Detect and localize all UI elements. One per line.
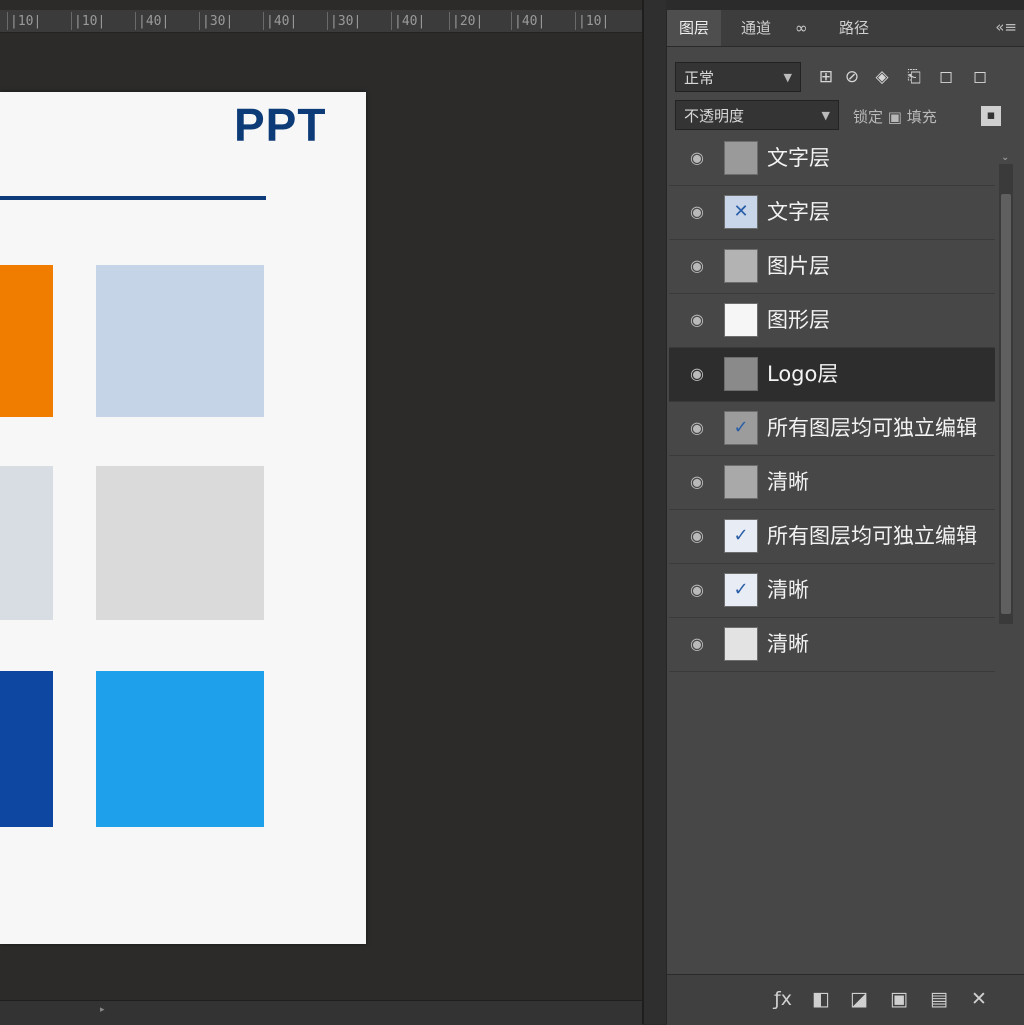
layer-kind-dropdown[interactable]: 正常 ▼ <box>675 62 801 92</box>
layer-thumbnail <box>724 141 758 175</box>
layer-row-selected[interactable]: ◉ Logo层 <box>669 348 995 402</box>
filter-shape-icon[interactable]: ⎗ <box>903 66 925 88</box>
eye-visibility-icon[interactable]: ◉ <box>687 310 707 330</box>
tab-link[interactable]: ∞ <box>783 10 820 46</box>
layers-panel-footer: ƒx ◧ ◪ ▣ ▤ ✕ <box>667 974 1024 1025</box>
lock-fill-label[interactable]: 锁定 ▣ 填充 <box>853 102 937 132</box>
layer-thumbnail: ✓ <box>724 519 758 553</box>
layer-thumbnail <box>724 249 758 283</box>
color-swatch-sky-blue[interactable] <box>96 671 264 827</box>
layer-row[interactable]: ◉ ✓ 清晰 <box>669 564 995 618</box>
layer-row[interactable]: ◉ 文字层 <box>669 132 995 186</box>
color-swatch-pale-gray[interactable] <box>0 466 53 620</box>
ruler-tick: |40| <box>510 12 546 30</box>
layer-row[interactable]: ◉ 清晰 <box>669 456 995 510</box>
tab-paths[interactable]: 路径 <box>827 10 881 46</box>
layer-row[interactable]: ◉ ✕ 文字层 <box>669 186 995 240</box>
color-swatch-light-blue[interactable] <box>96 265 264 417</box>
ruler-tick: |40| <box>134 12 170 30</box>
layer-name: 清晰 <box>767 578 809 602</box>
ruler-tick: |10| <box>6 12 42 30</box>
layer-name: 清晰 <box>767 632 809 656</box>
delete-layer-icon[interactable]: ✕ <box>967 987 991 1011</box>
layer-list: ◉ 文字层 ◉ ✕ 文字层 ◉ 图片层 ◉ 图形层 ◉ Logo层 ◉ ✓ 所有… <box>669 132 995 672</box>
ruler-tick: |30| <box>198 12 234 30</box>
scroll-right-icon[interactable]: ▸ <box>100 1005 105 1015</box>
layer-name: 清晰 <box>767 470 809 494</box>
chevron-down-icon: ▼ <box>783 71 792 84</box>
ruler-tick: |20| <box>448 12 484 30</box>
filter-text-icon[interactable]: ◈ <box>871 66 893 88</box>
filter-smart-icon[interactable]: ◻ <box>935 66 957 88</box>
layers-panel: 图层 通道 ∞ 路径 «≡ 正常 ▼ ⊞ ⊘ ◈ ⎗ ◻ ◻ 不透明度 ▼ 锁定… <box>666 10 1024 1025</box>
layer-thumbnail <box>724 357 758 391</box>
ruler-tick: |40| <box>390 12 426 30</box>
panel-menu-icon[interactable]: «≡ <box>995 18 1017 36</box>
filter-toggle-icon[interactable]: ◻ <box>969 66 991 88</box>
new-layer-icon[interactable]: ▤ <box>927 987 951 1011</box>
ruler-tick: |30| <box>326 12 362 30</box>
eye-visibility-icon[interactable]: ◉ <box>687 148 707 168</box>
layer-name: 所有图层均可独立编辑 <box>767 416 977 440</box>
layer-row[interactable]: ◉ 图形层 <box>669 294 995 348</box>
filter-adjust-icon[interactable]: ⊘ <box>841 66 863 88</box>
panel-tab-bar: 图层 通道 ∞ 路径 «≡ <box>667 10 1024 47</box>
eye-visibility-icon[interactable]: ◉ <box>687 472 707 492</box>
layers-vertical-scrollbar[interactable] <box>999 164 1013 624</box>
canvas-area[interactable]: |10| |10| |40| |30| |40| |30| |40| |20| … <box>0 0 642 1000</box>
layer-row[interactable]: ◉ ✓ 所有图层均可独立编辑 <box>669 402 995 456</box>
tab-channels[interactable]: 通道 <box>729 10 783 46</box>
layer-name: 图片层 <box>767 254 830 278</box>
scroll-up-icon[interactable]: ⌄ <box>1001 152 1009 163</box>
new-group-icon[interactable]: ▣ <box>887 987 911 1011</box>
layer-kind-value: 正常 <box>684 69 715 87</box>
title-divider-line <box>0 196 266 200</box>
layer-mask-icon[interactable]: ◧ <box>809 987 833 1011</box>
layer-row[interactable]: ◉ 清晰 <box>669 618 995 672</box>
color-swatch-orange[interactable] <box>0 265 53 417</box>
layer-row[interactable]: ◉ 图片层 <box>669 240 995 294</box>
blend-mode-row: 不透明度 ▼ 锁定 ▣ 填充 ▪ <box>667 96 1024 136</box>
eye-visibility-icon[interactable]: ◉ <box>687 418 707 438</box>
layer-row[interactable]: ◉ ✓ 所有图层均可独立编辑 <box>669 510 995 564</box>
eye-visibility-icon[interactable]: ◉ <box>687 526 707 546</box>
layer-thumbnail: ✓ <box>724 573 758 607</box>
eye-visibility-icon[interactable]: ◉ <box>687 634 707 654</box>
filter-pixel-icon[interactable]: ⊞ <box>815 66 837 88</box>
scrollbar-thumb[interactable] <box>1001 194 1011 614</box>
color-swatch-navy[interactable] <box>0 671 53 827</box>
blend-mode-dropdown[interactable]: 不透明度 ▼ <box>675 100 839 130</box>
eye-visibility-icon[interactable]: ◉ <box>687 580 707 600</box>
layer-thumbnail: ✓ <box>724 411 758 445</box>
eye-visibility-icon[interactable]: ◉ <box>687 256 707 276</box>
horizontal-ruler: |10| |10| |40| |30| |40| |30| |40| |20| … <box>0 10 642 33</box>
panel-divider[interactable] <box>642 0 666 1024</box>
blend-mode-value: 不透明度 <box>684 107 745 125</box>
fill-stepper-icon[interactable]: ▪ <box>981 106 1001 126</box>
document-page[interactable] <box>0 92 366 944</box>
ruler-tick: |10| <box>574 12 610 30</box>
ruler-tick: |40| <box>262 12 298 30</box>
layer-name: 文字层 <box>767 146 830 170</box>
tab-layers[interactable]: 图层 <box>667 10 722 46</box>
layer-effects-icon[interactable]: ƒx <box>771 987 795 1011</box>
horizontal-scrollbar[interactable]: ▸ <box>0 1000 642 1025</box>
layer-filter-row: 正常 ▼ ⊞ ⊘ ◈ ⎗ ◻ ◻ <box>667 58 1024 98</box>
chevron-down-icon: ▼ <box>821 109 830 122</box>
eye-visibility-icon[interactable]: ◉ <box>687 364 707 384</box>
color-swatch-light-gray[interactable] <box>96 466 264 620</box>
layer-name: Logo层 <box>767 362 839 386</box>
ruler-tick: |10| <box>70 12 106 30</box>
layer-name: 文字层 <box>767 200 830 224</box>
document-title[interactable]: PPT <box>234 98 326 152</box>
layer-name: 图形层 <box>767 308 830 332</box>
layer-thumbnail <box>724 627 758 661</box>
layer-thumbnail <box>724 465 758 499</box>
layer-thumbnail: ✕ <box>724 195 758 229</box>
layer-name: 所有图层均可独立编辑 <box>767 524 977 548</box>
adjustment-layer-icon[interactable]: ◪ <box>847 987 871 1011</box>
layer-thumbnail <box>724 303 758 337</box>
eye-visibility-icon[interactable]: ◉ <box>687 202 707 222</box>
